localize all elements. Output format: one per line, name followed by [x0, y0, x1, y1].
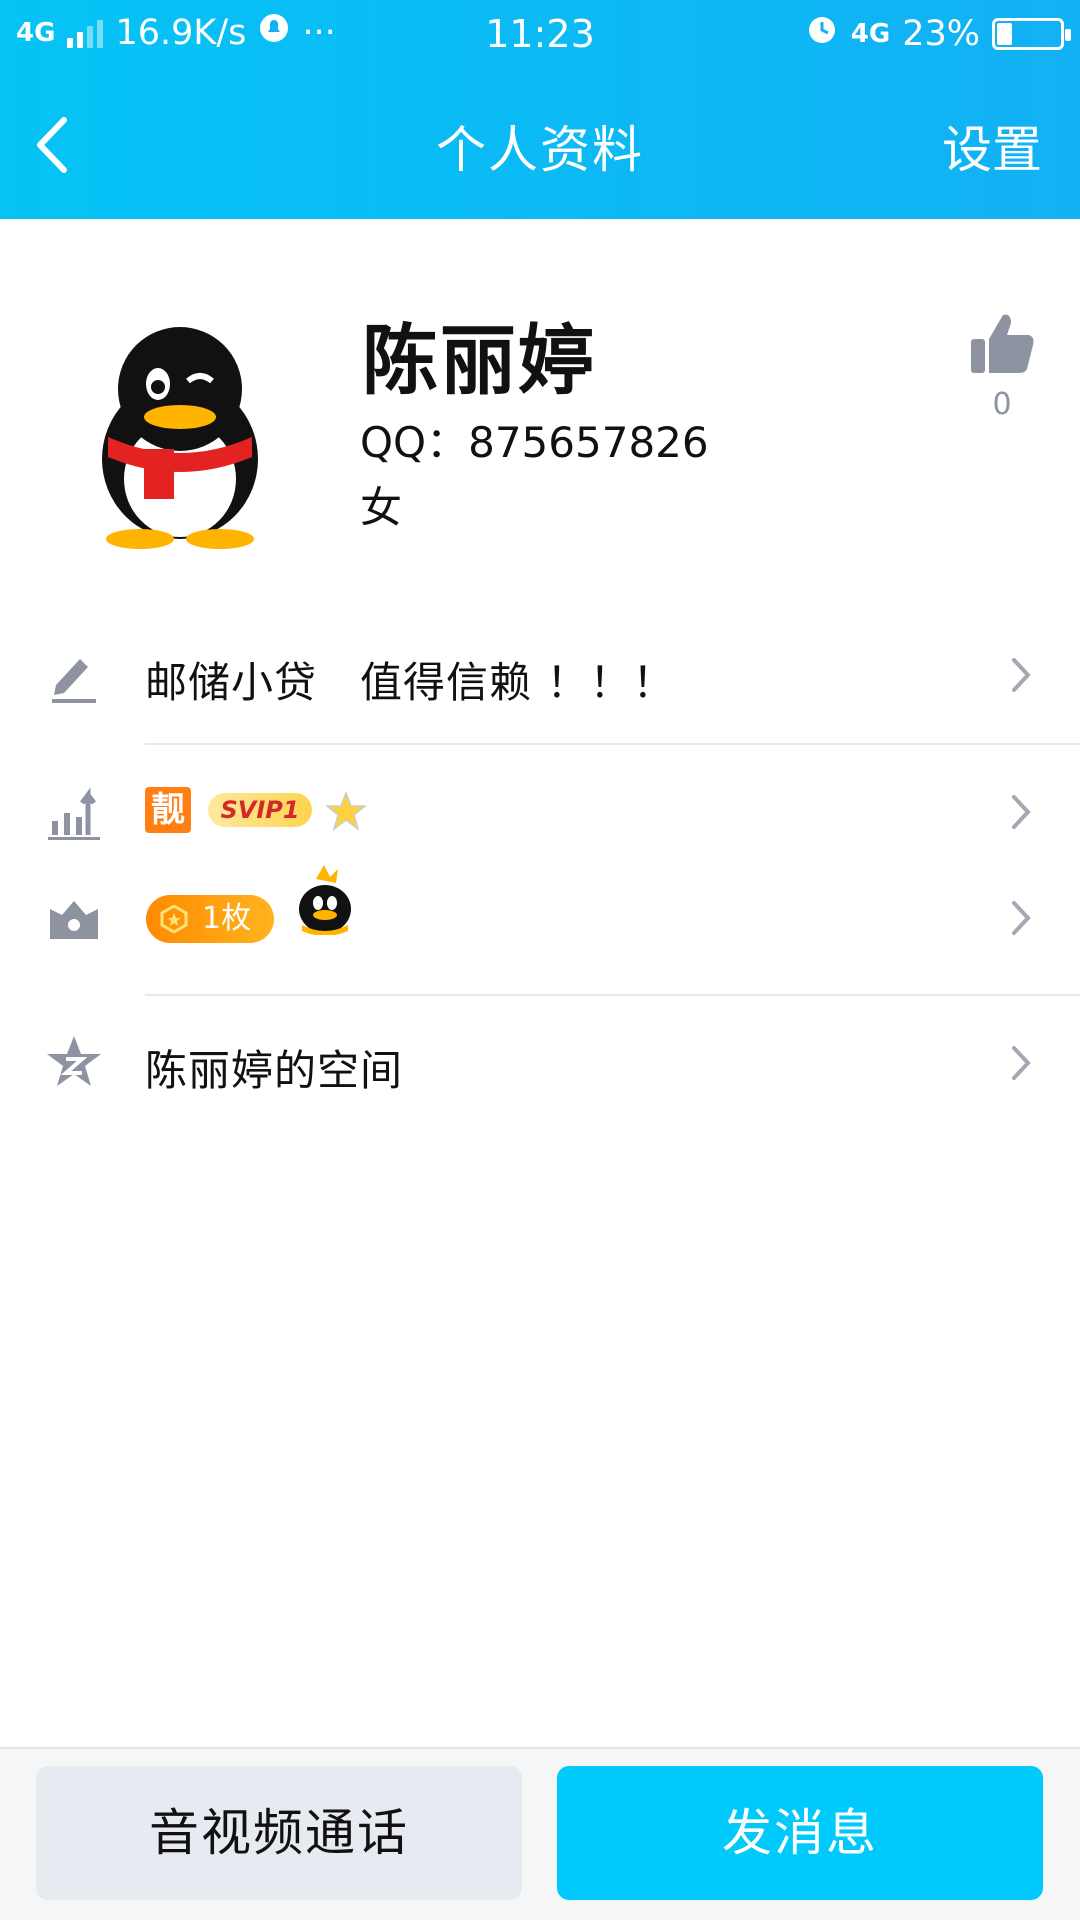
profile-card: 陈丽婷 QQ：875657826 女 0	[0, 219, 1080, 599]
crown-box-icon	[50, 901, 98, 939]
like-button[interactable]: 0	[962, 309, 1042, 422]
chevron-right-icon	[1012, 795, 1031, 829]
penguin-badge-icon	[299, 865, 351, 935]
chevron-right-icon	[1012, 658, 1031, 692]
level-row[interactable]: 靓 SVIP1	[0, 787, 1080, 840]
coin-badge: 1枚	[146, 895, 274, 943]
signature-row[interactable]: 邮储小贷 值得信赖 ！！！	[0, 645, 1080, 707]
video-call-button[interactable]: 音视频通话	[36, 1766, 522, 1900]
qzone-star-icon	[47, 1036, 101, 1086]
header: 4G 16.9K/s ··· 11:23 4G 23% 个人资料 设置	[0, 0, 1080, 219]
coins-row[interactable]: 1枚	[0, 865, 1080, 945]
nav-bar: 个人资料 设置	[0, 90, 1080, 200]
settings-button[interactable]: 设置	[942, 110, 1042, 182]
bottom-action-bar: 音视频通话 发消息	[0, 1747, 1080, 1920]
coin-icon	[160, 905, 188, 933]
divider	[145, 994, 1080, 996]
chevron-right-icon	[1012, 901, 1031, 935]
qzone-label: 陈丽婷的空间	[145, 1046, 404, 1095]
send-message-button[interactable]: 发消息	[557, 1766, 1043, 1900]
thumbs-up-icon	[971, 314, 1034, 373]
gender: 女	[360, 483, 403, 532]
level-chart-icon	[48, 787, 100, 840]
battery-percent: 23%	[902, 13, 980, 54]
qzone-row[interactable]: 陈丽婷的空间	[0, 1033, 1080, 1095]
chevron-right-icon	[1012, 1046, 1031, 1080]
signature-text: 邮储小贷 值得信赖 ！！！	[145, 658, 676, 707]
status-right: 4G 23%	[805, 12, 1071, 55]
divider	[145, 743, 1080, 745]
alarm-icon	[805, 12, 839, 55]
liang-badge: 靓	[145, 787, 191, 833]
network-type-right: 4G	[850, 18, 891, 49]
edit-pencil-icon	[52, 659, 96, 703]
battery-icon	[992, 17, 1071, 50]
page-title: 个人资料	[436, 121, 644, 179]
coin-count: 1枚	[202, 901, 252, 936]
status-bar: 4G 16.9K/s ··· 11:23 4G 23%	[0, 0, 1080, 70]
qq-number: QQ：875657826	[360, 418, 709, 467]
svip-badge: SVIP1	[208, 793, 312, 827]
like-count: 0	[992, 387, 1012, 422]
profile-name: 陈丽婷	[362, 316, 596, 405]
avatar[interactable]	[80, 319, 280, 549]
star-icon	[326, 791, 366, 831]
